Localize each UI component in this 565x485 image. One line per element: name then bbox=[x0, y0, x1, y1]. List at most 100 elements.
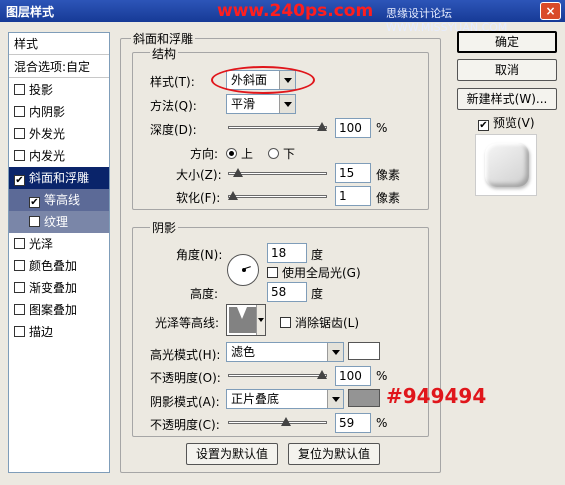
style-item[interactable]: 描边 bbox=[9, 321, 109, 343]
shadow-mode-label: 阴影模式(A): bbox=[150, 395, 220, 409]
style-item-label: 光泽 bbox=[29, 237, 54, 251]
slider-thumb[interactable] bbox=[228, 191, 238, 200]
shadow-opacity-input[interactable]: 59 bbox=[335, 413, 371, 433]
checkbox-icon[interactable] bbox=[14, 128, 25, 139]
chevron-down-icon bbox=[327, 390, 343, 408]
watermark-sub: 思缘设计论坛 WWW.MISSYUAN.COM bbox=[386, 7, 508, 34]
checkbox-icon[interactable] bbox=[14, 150, 25, 161]
watermark: www.240ps.com bbox=[217, 1, 374, 21]
color-annotation: #949494 bbox=[386, 384, 487, 408]
highlight-mode-label: 高光模式(H): bbox=[150, 348, 221, 362]
global-light-option[interactable]: 使用全局光(G) bbox=[267, 264, 361, 281]
technique-select[interactable]: 平滑 bbox=[226, 94, 296, 114]
antialias-option[interactable]: 消除锯齿(L) bbox=[280, 314, 359, 331]
close-button[interactable]: × bbox=[540, 2, 561, 20]
style-item[interactable]: ✔ 斜面和浮雕 bbox=[9, 167, 109, 189]
style-item[interactable]: 内发光 bbox=[9, 145, 109, 167]
checkbox-icon[interactable] bbox=[14, 238, 25, 249]
checkbox-icon[interactable] bbox=[14, 106, 25, 117]
highlight-mode-select[interactable]: 滤色 bbox=[226, 342, 344, 362]
checkbox-icon[interactable] bbox=[29, 216, 40, 227]
style-list: 样式 混合选项:自定 投影内阴影外发光 内发光 ✔ 斜面和浮雕 ✔ 等高线纹理光泽颜色叠加… bbox=[8, 32, 110, 473]
style-item-label: 描边 bbox=[29, 325, 54, 339]
angle-dial[interactable] bbox=[227, 254, 259, 286]
shadow-opacity-slider[interactable] bbox=[228, 417, 327, 427]
style-item[interactable]: 内阴影 bbox=[9, 101, 109, 123]
soften-slider[interactable] bbox=[228, 191, 327, 201]
new-style-button[interactable]: 新建样式(W)... bbox=[457, 88, 557, 110]
style-item-label: 内阴影 bbox=[29, 105, 66, 119]
preview-option[interactable]: ✔ 预览(V) bbox=[478, 114, 535, 131]
make-default-button[interactable]: 设置为默认值 bbox=[186, 443, 278, 465]
altitude-input[interactable]: 58 bbox=[267, 282, 307, 302]
style-item-label: 颜色叠加 bbox=[29, 259, 78, 273]
angle-input[interactable]: 18 bbox=[267, 243, 307, 263]
depth-input[interactable]: 100 bbox=[335, 118, 371, 138]
slider-thumb[interactable] bbox=[317, 370, 327, 379]
slider-thumb[interactable] bbox=[317, 122, 327, 131]
chevron-down-icon[interactable] bbox=[256, 305, 265, 335]
highlight-opacity-unit: % bbox=[376, 369, 388, 383]
depth-slider[interactable] bbox=[228, 122, 327, 132]
style-item[interactable]: 外发光 bbox=[9, 123, 109, 145]
depth-unit: % bbox=[376, 121, 388, 135]
checkbox-icon bbox=[280, 317, 291, 328]
style-item[interactable]: ✔ 等高线 bbox=[9, 189, 109, 211]
checkbox-icon[interactable] bbox=[14, 260, 25, 271]
direction-down-option[interactable]: 下 bbox=[268, 145, 295, 162]
blending-options[interactable]: 混合选项:自定 bbox=[9, 56, 109, 78]
style-item[interactable]: 光泽 bbox=[9, 233, 109, 255]
title-bar: 图层样式 www.240ps.com 思缘设计论坛 WWW.MISSYUAN.C… bbox=[0, 0, 565, 34]
checkbox-icon[interactable] bbox=[14, 84, 25, 95]
altitude-unit: 度 bbox=[311, 287, 324, 301]
shadow-opacity-unit: % bbox=[376, 416, 388, 430]
checkbox-icon[interactable] bbox=[14, 304, 25, 315]
shadow-opacity-label: 不透明度(C): bbox=[150, 418, 220, 432]
gloss-contour-picker[interactable] bbox=[226, 304, 266, 336]
checkbox-icon[interactable] bbox=[14, 326, 25, 337]
style-item-label: 斜面和浮雕 bbox=[29, 171, 90, 185]
cancel-button[interactable]: 取消 bbox=[457, 59, 557, 81]
chevron-down-icon bbox=[327, 343, 343, 361]
soften-input[interactable]: 1 bbox=[335, 186, 371, 206]
angle-label: 角度(N): bbox=[176, 248, 223, 262]
slider-thumb[interactable] bbox=[281, 417, 291, 426]
shadow-mode-value: 正片叠底 bbox=[231, 392, 280, 406]
checkbox-icon[interactable] bbox=[14, 282, 25, 293]
reset-default-button[interactable]: 复位为默认值 bbox=[288, 443, 380, 465]
checkbox-icon[interactable]: ✔ bbox=[29, 197, 40, 208]
style-item[interactable]: 投影 bbox=[9, 79, 109, 101]
preview-label: 预览(V) bbox=[493, 116, 535, 130]
style-item[interactable]: 纹理 bbox=[9, 211, 109, 233]
checkbox-icon[interactable]: ✔ bbox=[14, 175, 25, 186]
slider-track bbox=[228, 421, 327, 424]
highlight-color-swatch[interactable] bbox=[348, 342, 380, 360]
style-list-header[interactable]: 样式 bbox=[9, 33, 109, 55]
style-item[interactable]: 颜色叠加 bbox=[9, 255, 109, 277]
size-input[interactable]: 15 bbox=[335, 163, 371, 183]
slider-track bbox=[228, 374, 327, 377]
radio-on-icon bbox=[226, 148, 237, 159]
gloss-contour-label: 光泽等高线: bbox=[155, 316, 220, 330]
ok-button[interactable]: 确定 bbox=[457, 31, 557, 53]
dialog-title: 图层样式 bbox=[6, 5, 55, 19]
angle-pointer bbox=[244, 266, 251, 269]
direction-up-option[interactable]: 上 bbox=[226, 145, 253, 162]
shadow-color-swatch[interactable] bbox=[348, 389, 380, 407]
style-item-label: 投影 bbox=[29, 83, 54, 97]
altitude-label: 高度: bbox=[190, 287, 219, 301]
direction-up-label: 上 bbox=[241, 147, 254, 161]
style-item-label: 渐变叠加 bbox=[29, 281, 78, 295]
preview-thumbnail bbox=[475, 134, 537, 196]
preview-shape bbox=[485, 143, 529, 187]
style-item[interactable]: 图案叠加 bbox=[9, 299, 109, 321]
style-item[interactable]: 渐变叠加 bbox=[9, 277, 109, 299]
highlight-opacity-input[interactable]: 100 bbox=[335, 366, 371, 386]
direction-label: 方向: bbox=[190, 147, 219, 161]
style-item-label: 纹理 bbox=[44, 215, 69, 229]
size-slider[interactable] bbox=[228, 168, 327, 178]
style-label: 样式(T): bbox=[150, 75, 195, 89]
shadow-mode-select[interactable]: 正片叠底 bbox=[226, 389, 344, 409]
highlight-opacity-slider[interactable] bbox=[228, 370, 327, 380]
slider-thumb[interactable] bbox=[233, 168, 243, 177]
